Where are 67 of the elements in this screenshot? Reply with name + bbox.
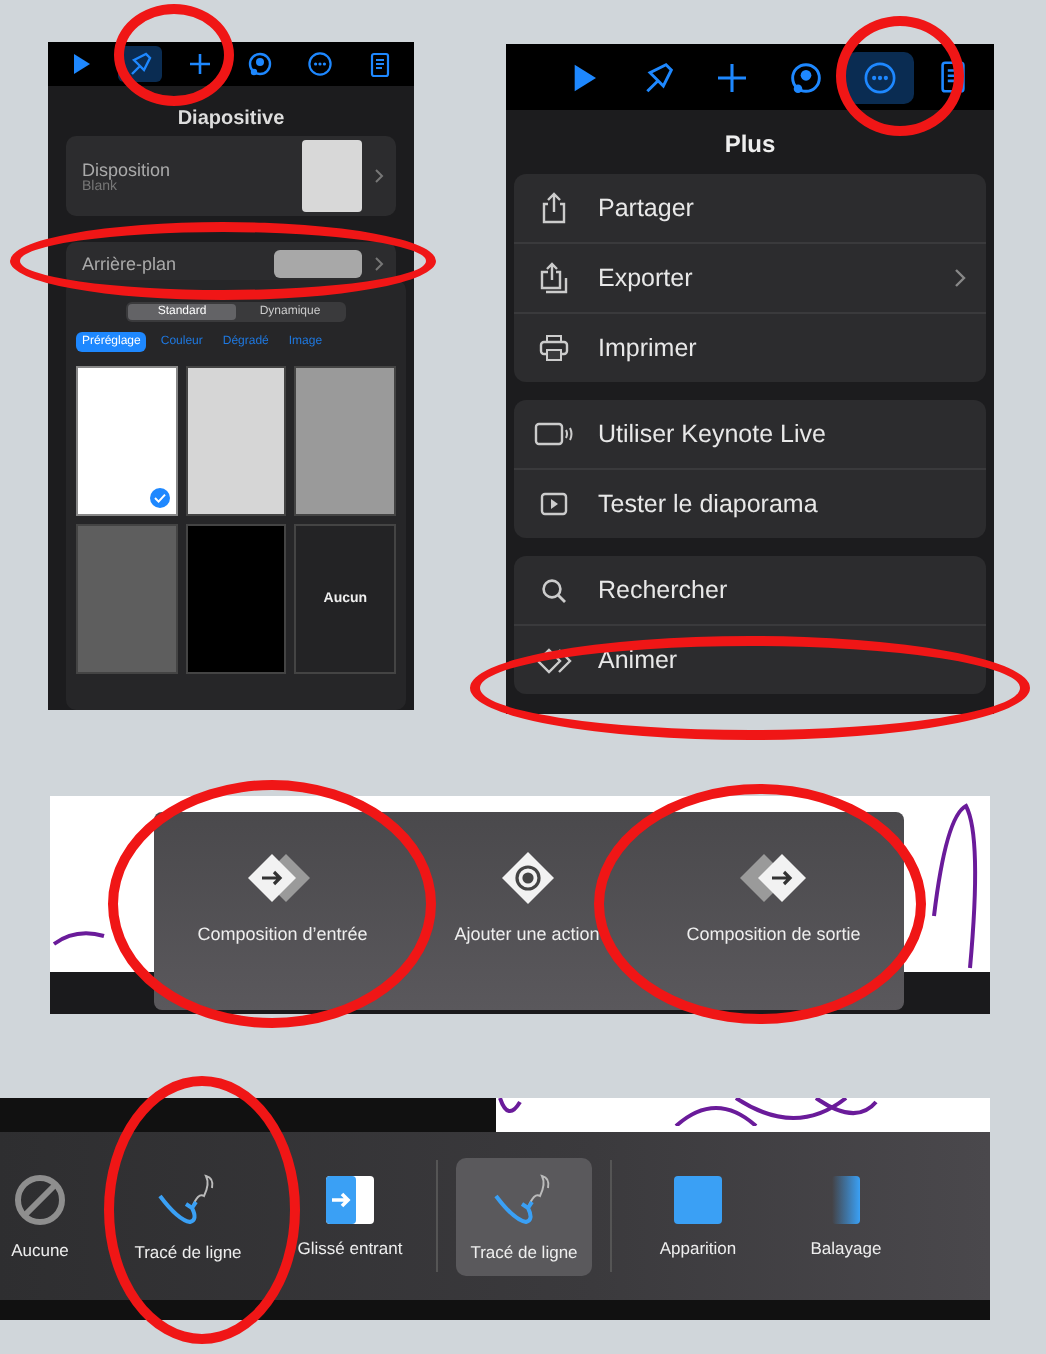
- action-label: Composition d’entrée: [197, 924, 368, 944]
- play-icon: [571, 63, 595, 91]
- document-icon: [370, 51, 390, 77]
- highlight-circle: [836, 16, 964, 136]
- menu-item-label: Animer: [598, 646, 680, 674]
- menu-item[interactable]: Partager: [514, 174, 986, 244]
- menu-item[interactable]: Imprimer: [514, 314, 986, 382]
- menu-item-label: Rechercher: [598, 576, 730, 604]
- transition-option[interactable]: Tracé de ligne: [120, 1157, 256, 1275]
- line-draw-icon: [158, 1171, 218, 1227]
- menu-item[interactable]: Tester le diaporama: [514, 470, 986, 538]
- more-button[interactable]: [845, 51, 913, 103]
- checkmark-icon: [149, 488, 170, 508]
- play-icon: [71, 54, 89, 74]
- printer-icon: [534, 334, 574, 362]
- build-out-icon: [737, 852, 810, 904]
- color-swatch[interactable]: [294, 366, 396, 516]
- chevron-icon: [374, 256, 384, 272]
- diamonds-icon: [534, 647, 574, 673]
- menu-item-label: Partager: [598, 194, 696, 222]
- paintbrush-icon: [641, 61, 673, 93]
- transition-option[interactable]: Tracé de ligne: [456, 1157, 592, 1275]
- row-label: Disposition: [82, 159, 173, 179]
- action-label: Composition de sortie: [686, 924, 861, 944]
- plus-icon: [190, 54, 210, 74]
- animation-action[interactable]: Composition d’entrée: [197, 852, 368, 944]
- menu-item-label: Tester le diaporama: [598, 490, 820, 518]
- person-circle-icon: [789, 61, 821, 93]
- line-draw-icon: [494, 1171, 554, 1227]
- menu-item-label: Exporter: [598, 264, 695, 292]
- more-icon: [308, 52, 332, 76]
- chevron-icon: [954, 268, 966, 288]
- square-icon: [674, 1175, 722, 1223]
- menu-item[interactable]: Rechercher: [514, 556, 986, 626]
- menu-item-label: Imprimer: [598, 334, 699, 362]
- prohibited-icon: [14, 1173, 66, 1225]
- animation-action[interactable]: Ajouter une action: [454, 852, 600, 944]
- transition-option[interactable]: Apparition: [630, 1161, 766, 1271]
- document-icon: [940, 60, 966, 94]
- animation-action[interactable]: Composition de sortie: [686, 852, 861, 944]
- chevron-icon: [374, 168, 384, 184]
- panel-title: Diapositive: [175, 108, 287, 130]
- row-label: Arrière-plan: [82, 254, 179, 274]
- wipe-icon: [832, 1175, 860, 1223]
- more-icon: [863, 61, 895, 93]
- menu-item[interactable]: Utiliser Keynote Live: [514, 400, 986, 470]
- move-in-icon: [326, 1175, 374, 1223]
- color-swatch[interactable]: [76, 366, 178, 516]
- layout-thumbnail: [302, 140, 362, 212]
- menu-item-label: Utiliser Keynote Live: [598, 420, 828, 448]
- action-label: Ajouter une action: [454, 924, 600, 944]
- highlight-circle: [114, 4, 234, 106]
- transition-option[interactable]: Glissé entrant: [282, 1161, 418, 1271]
- panel-title: Plus: [722, 130, 778, 158]
- paintbrush-icon: [128, 52, 152, 76]
- person-circle-icon: [248, 52, 272, 76]
- color-swatch[interactable]: [76, 524, 178, 674]
- transition-option[interactable]: Aucune: [0, 1159, 108, 1273]
- screen-broadcast-icon: [534, 422, 574, 446]
- color-swatch[interactable]: [185, 524, 287, 674]
- background-swatch: [274, 250, 362, 278]
- target-icon: [499, 852, 555, 904]
- menu-item[interactable]: Animer: [514, 626, 986, 694]
- menu-item[interactable]: Exporter: [514, 244, 986, 314]
- color-swatch[interactable]: [185, 366, 287, 516]
- plus-icon: [717, 63, 745, 91]
- transition-option[interactable]: Balayage: [778, 1161, 914, 1271]
